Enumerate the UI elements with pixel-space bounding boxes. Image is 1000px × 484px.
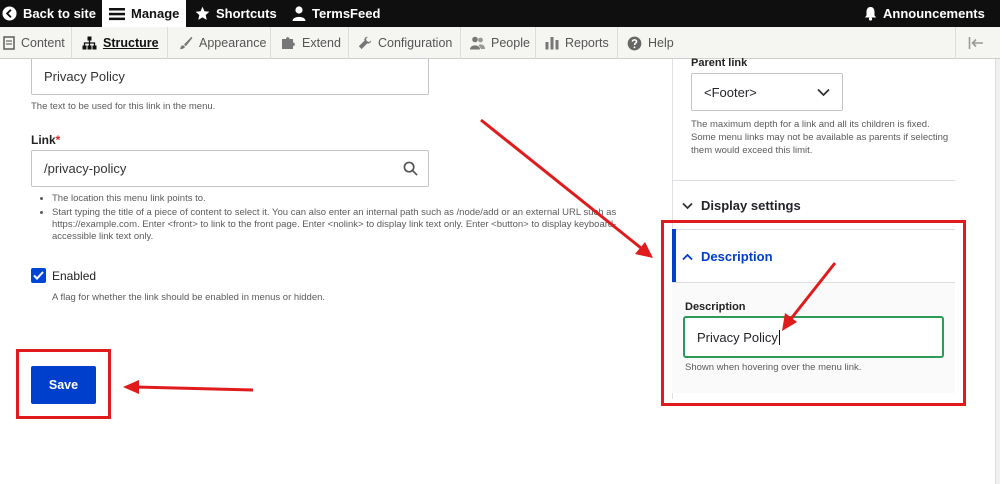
manage-label: Manage	[131, 6, 180, 21]
text-cursor	[778, 329, 780, 345]
parent-link-help-text: The maximum depth for a link and all its…	[691, 119, 949, 156]
menu-item-help[interactable]: Help	[627, 27, 674, 59]
menu-link-title-value: Privacy Policy	[44, 69, 125, 84]
menu-item-structure[interactable]: Structure	[82, 27, 159, 59]
question-circle-icon	[627, 36, 642, 50]
active-section-indicator	[672, 229, 676, 282]
announcements-tab[interactable]: Announcements	[864, 0, 985, 27]
link-field-label: Link*	[31, 133, 60, 147]
menu-link-title-input[interactable]: Privacy Policy	[31, 59, 429, 95]
puzzle-icon	[282, 37, 295, 49]
link-input[interactable]: /privacy-policy	[31, 150, 429, 187]
menu-item-extend[interactable]: Extend	[281, 27, 341, 59]
people-icon	[470, 36, 485, 50]
display-settings-label: Display settings	[701, 198, 801, 213]
announcements-label: Announcements	[883, 6, 985, 21]
bell-icon	[864, 7, 877, 21]
menu-item-reports[interactable]: Reports	[545, 27, 609, 59]
collapse-tray-toggle[interactable]	[968, 27, 984, 59]
page-scrollbar[interactable]	[995, 59, 1000, 484]
required-marker: *	[55, 133, 61, 147]
arrow-to-save-line	[135, 385, 254, 392]
wrench-icon	[358, 36, 372, 50]
chevron-down-icon	[817, 88, 830, 97]
link-help-list: The location this menu link points to. S…	[52, 193, 656, 245]
arrow-left-circle-icon	[2, 6, 17, 21]
menu-item-configuration[interactable]: Configuration	[358, 27, 452, 59]
menu-item-people-label: People	[491, 36, 530, 50]
shortcuts-label: Shortcuts	[216, 6, 277, 21]
menu-item-extend-label: Extend	[302, 36, 341, 50]
user-name: TermsFeed	[312, 6, 381, 21]
arrow-to-save-head	[123, 380, 139, 394]
enabled-help-text: A flag for whether the link should be en…	[52, 292, 326, 303]
save-button[interactable]: Save	[31, 366, 96, 404]
search-icon	[403, 161, 418, 176]
enabled-label[interactable]: Enabled	[52, 269, 96, 283]
link-help-item: The location this menu link points to.	[52, 193, 656, 205]
menu-item-reports-label: Reports	[565, 36, 609, 50]
enabled-checkbox[interactable]	[31, 268, 46, 283]
paintbrush-icon	[180, 36, 193, 50]
menu-item-help-label: Help	[648, 36, 674, 50]
link-label-text: Link	[31, 133, 56, 147]
link-input-value: /privacy-policy	[44, 161, 127, 176]
admin-menu-tray: Content Structure Appearance Extend Conf…	[0, 27, 1000, 59]
description-help-text: Shown when hovering over the menu link.	[685, 362, 862, 373]
chevron-up-icon	[682, 253, 693, 260]
link-help-item: Start typing the title of a piece of con…	[52, 207, 656, 243]
back-to-site-label: Back to site	[23, 6, 96, 21]
description-input-value: Privacy Policy	[697, 329, 778, 345]
star-icon	[195, 6, 210, 20]
document-icon	[3, 36, 15, 50]
manage-tab[interactable]: Manage	[102, 0, 186, 27]
menu-item-content-label: Content	[21, 36, 65, 50]
parent-link-select[interactable]: <Footer>	[691, 73, 843, 111]
bar-chart-icon	[545, 37, 559, 50]
user-tab[interactable]: TermsFeed	[292, 0, 380, 27]
display-settings-toggle[interactable]: Display settings	[682, 198, 801, 213]
person-icon	[292, 6, 306, 21]
menu-item-people[interactable]: People	[470, 27, 530, 59]
description-field-label: Description	[685, 301, 746, 313]
menu-item-appearance-label: Appearance	[199, 36, 267, 50]
parent-link-label: Parent link	[691, 57, 748, 69]
menu-item-content[interactable]: Content	[3, 27, 65, 59]
description-section-toggle[interactable]: Description	[682, 249, 773, 264]
menu-item-configuration-label: Configuration	[378, 36, 453, 50]
checkmark-icon	[33, 271, 44, 280]
parent-link-selected: <Footer>	[704, 84, 757, 100]
sitemap-icon	[82, 36, 97, 50]
back-to-site-link[interactable]: Back to site	[2, 0, 96, 27]
admin-toolbar: Back to site Manage Shortcuts TermsFeed …	[0, 0, 1000, 27]
collapse-arrow-icon	[968, 37, 983, 49]
title-help-text: The text to be used for this link in the…	[31, 101, 216, 112]
description-input[interactable]: Privacy Policy	[683, 316, 944, 358]
chevron-down-icon	[682, 202, 693, 209]
hamburger-menu-icon	[109, 7, 125, 20]
description-section-label: Description	[701, 249, 773, 264]
shortcuts-tab[interactable]: Shortcuts	[195, 0, 277, 27]
menu-item-structure-label: Structure	[103, 36, 159, 50]
menu-item-appearance[interactable]: Appearance	[178, 27, 266, 59]
